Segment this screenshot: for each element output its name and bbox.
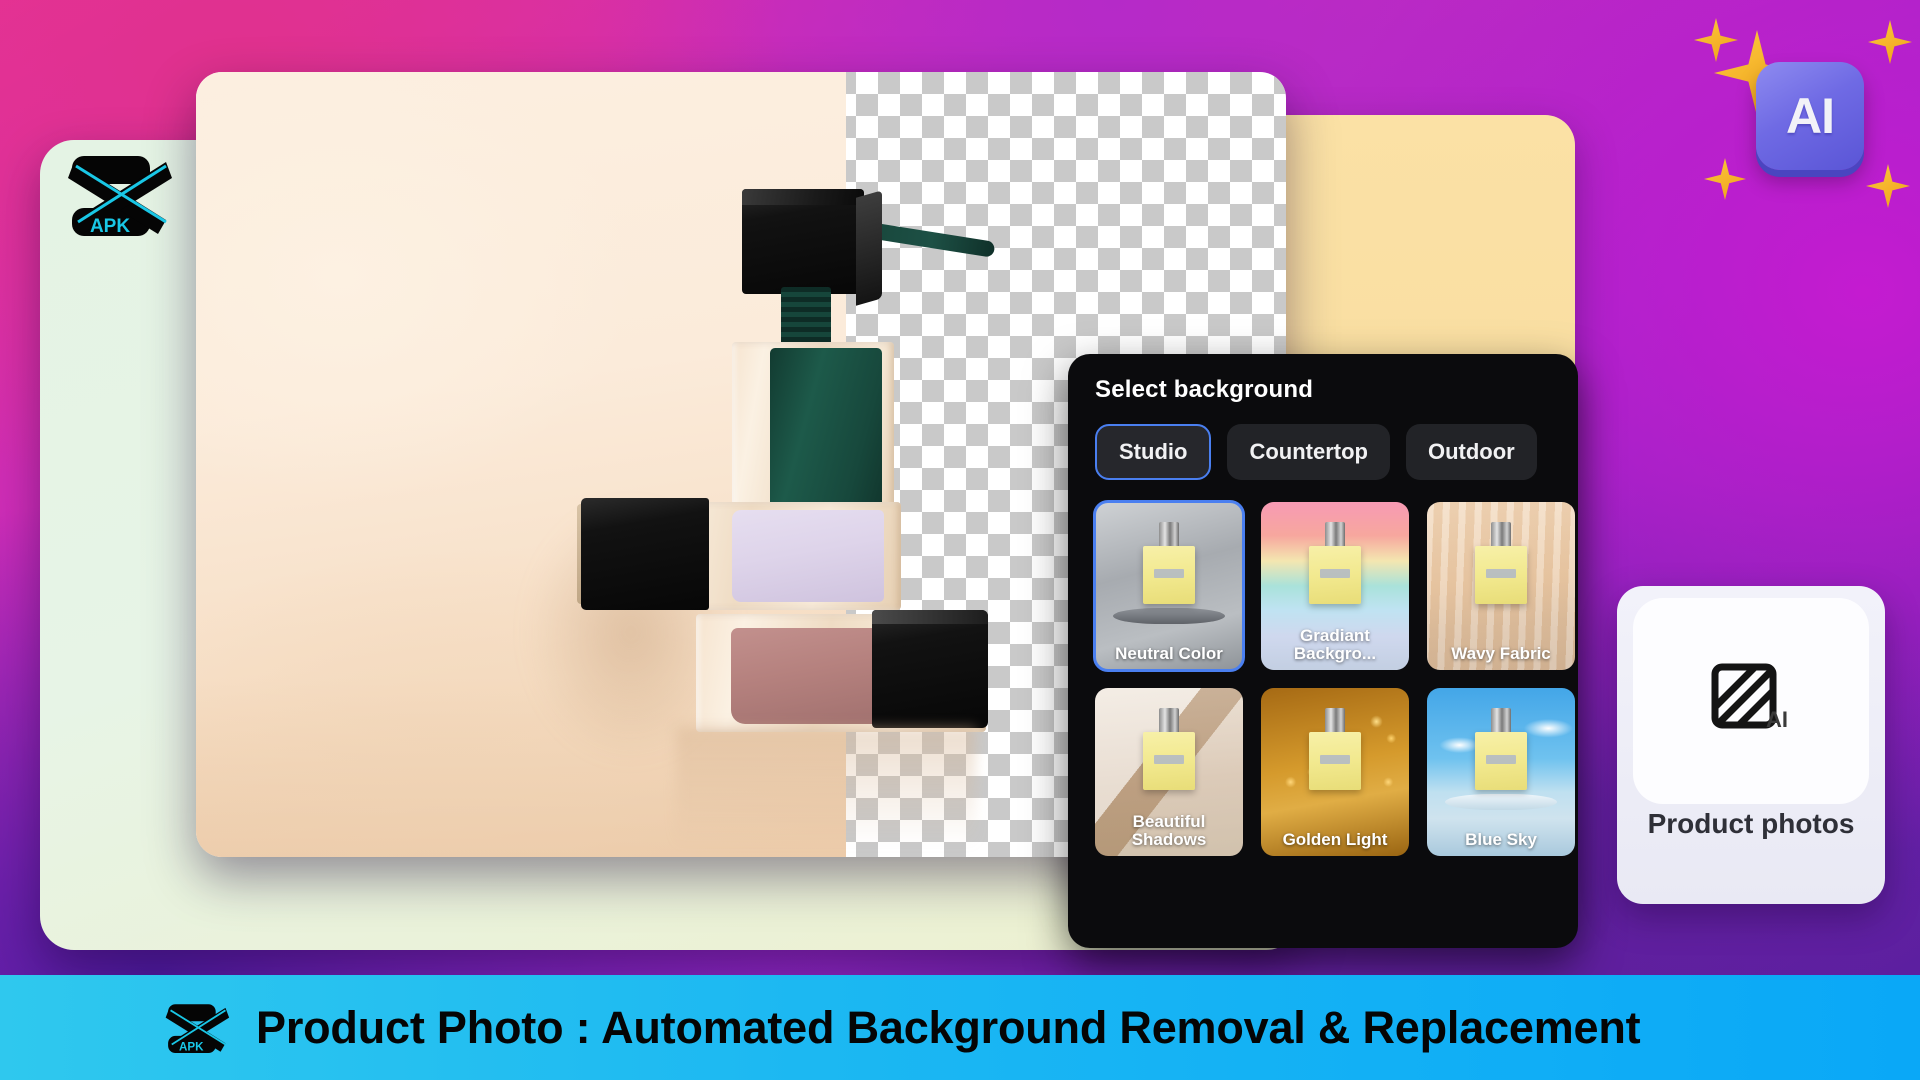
bottle-cap-highlight xyxy=(872,610,988,624)
background-thumb-label: Wavy Fabric xyxy=(1451,643,1551,663)
podium xyxy=(1113,608,1225,624)
background-thumb-label: Blue Sky xyxy=(1465,829,1537,849)
background-thumbnail-grid[interactable]: Neutral Color Gradiant Backgro... Wavy F… xyxy=(1093,500,1575,856)
podium xyxy=(1445,794,1557,810)
perfume-bottle-preview xyxy=(1143,546,1195,604)
product-photos-label: Product photos xyxy=(1647,808,1855,839)
sparkle-icon xyxy=(1694,18,1738,62)
select-background-panel[interactable]: Select background Studio Countertop Outd… xyxy=(1068,354,1578,948)
polish-liquid-lavender xyxy=(732,510,884,602)
capcut-apk-logo-banner: APK xyxy=(162,995,234,1061)
product-photos-card[interactable]: AI Product photos xyxy=(1617,586,1885,904)
background-thumb-label: Gradiant Backgro... xyxy=(1293,625,1377,663)
perfume-bottle-preview xyxy=(1309,732,1361,790)
background-thumb-neutral-color[interactable]: Neutral Color xyxy=(1093,500,1245,672)
ai-badge: AI xyxy=(1694,18,1912,208)
ai-square-badge: AI xyxy=(1756,62,1864,170)
background-thumb-blue-sky[interactable]: Blue Sky xyxy=(1427,688,1575,856)
perfume-bottle-preview xyxy=(1475,546,1527,604)
background-thumb-label: Golden Light xyxy=(1282,829,1388,849)
background-thumb-wavy-fabric[interactable]: Wavy Fabric xyxy=(1427,502,1575,670)
bottle-cap-lavender xyxy=(581,498,709,610)
tab-outdoor-label: Outdoor xyxy=(1427,439,1515,464)
tab-countertop[interactable]: Countertop xyxy=(1227,424,1390,480)
background-thumb-label: Neutral Color xyxy=(1115,643,1223,663)
perfume-bottle-preview xyxy=(1475,732,1527,790)
poster-stage: APK Select background Studio Countertop … xyxy=(0,0,1920,975)
surface-reflection xyxy=(676,727,976,847)
background-thumb-golden-light[interactable]: Golden Light xyxy=(1261,688,1409,856)
tab-studio-label: Studio xyxy=(1119,439,1188,464)
bottle-cap-side xyxy=(856,190,882,306)
perfume-bottle-preview xyxy=(1143,732,1195,790)
background-thumb-gradiant-background[interactable]: Gradiant Backgro... xyxy=(1261,502,1409,670)
bottom-banner: APK Product Photo : Automated Background… xyxy=(0,975,1920,1080)
sparkle-icon xyxy=(1866,164,1910,208)
tab-studio[interactable]: Studio xyxy=(1095,424,1212,480)
ai-image-icon: AI xyxy=(1711,663,1788,732)
svg-text:APK: APK xyxy=(90,216,130,237)
background-thumb-beautiful-shadows[interactable]: Beautiful Shadows xyxy=(1095,688,1243,856)
svg-text:APK: APK xyxy=(179,1041,204,1053)
ai-icon-badge-text: AI xyxy=(1766,707,1788,732)
background-category-tabs[interactable]: Studio Countertop Outdoor xyxy=(1095,424,1578,486)
background-thumb-label: Beautiful Shadows xyxy=(1131,811,1207,849)
product-photos-icon-tile[interactable]: AI xyxy=(1633,598,1869,804)
bottle-cap-rose xyxy=(872,610,988,728)
perfume-bottle-preview xyxy=(1309,546,1361,604)
bottle-cap-top xyxy=(742,189,864,205)
sparkle-icon xyxy=(1868,20,1912,64)
panel-title: Select background xyxy=(1095,376,1314,403)
sparkle-icon xyxy=(1704,158,1746,200)
capcut-apk-logo: APK xyxy=(62,142,180,248)
tab-outdoor[interactable]: Outdoor xyxy=(1405,424,1537,480)
banner-title: Product Photo : Automated Background Rem… xyxy=(256,1001,1641,1053)
ai-badge-label: AI xyxy=(1786,88,1835,144)
tab-countertop-label: Countertop xyxy=(1249,439,1368,464)
